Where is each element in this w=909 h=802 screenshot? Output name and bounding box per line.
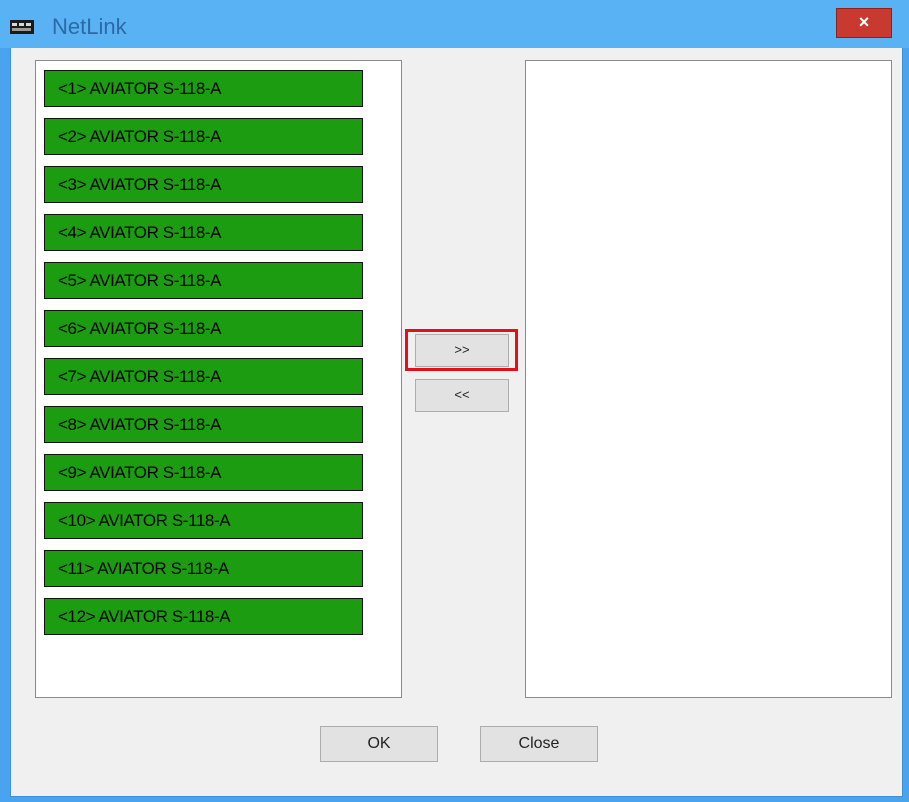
list-item[interactable]: <11> AVIATOR S-118-A [44,550,363,587]
netlink-window: NetLink × <1> AVIATOR S-118-A <2> AVIATO… [0,0,909,802]
highlight-box [405,329,518,371]
list-item[interactable]: <3> AVIATOR S-118-A [44,166,363,203]
list-item[interactable]: <4> AVIATOR S-118-A [44,214,363,251]
window-title: NetLink [52,14,127,39]
selected-devices-list[interactable] [525,60,892,698]
app-icon [10,20,34,34]
list-item[interactable]: <12> AVIATOR S-118-A [44,598,363,635]
title-bar: NetLink × [0,0,909,48]
available-devices-list[interactable]: <1> AVIATOR S-118-A <2> AVIATOR S-118-A … [35,60,402,698]
list-item[interactable]: <5> AVIATOR S-118-A [44,262,363,299]
list-item[interactable]: <6> AVIATOR S-118-A [44,310,363,347]
list-item[interactable]: <9> AVIATOR S-118-A [44,454,363,491]
ok-button[interactable]: OK [320,726,438,762]
remove-button[interactable]: << [415,379,509,412]
list-item[interactable]: <10> AVIATOR S-118-A [44,502,363,539]
list-item[interactable]: <2> AVIATOR S-118-A [44,118,363,155]
close-window-button[interactable]: × [836,8,892,38]
list-item[interactable]: <8> AVIATOR S-118-A [44,406,363,443]
close-button[interactable]: Close [480,726,598,762]
dialog-body: <1> AVIATOR S-118-A <2> AVIATOR S-118-A … [10,48,903,797]
list-item[interactable]: <7> AVIATOR S-118-A [44,358,363,395]
list-item[interactable]: <1> AVIATOR S-118-A [44,70,363,107]
